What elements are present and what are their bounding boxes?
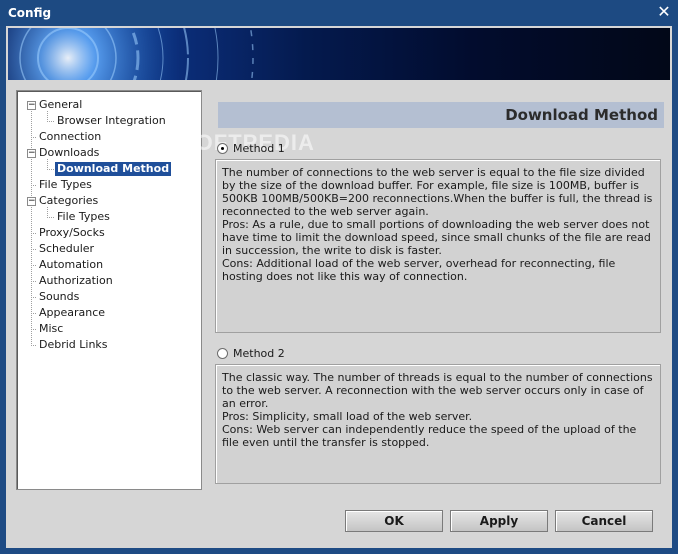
dialog-body: − − − General Browser Integration Connec… bbox=[6, 26, 672, 548]
collapse-general-icon[interactable]: − bbox=[27, 101, 36, 110]
config-window: Config ✕ − − − General Browser Integrati… bbox=[0, 0, 678, 554]
method-2-cons: Cons: Web server can independently reduc… bbox=[222, 423, 637, 449]
ok-button[interactable]: OK bbox=[345, 510, 443, 532]
radio-button-unchecked-icon[interactable] bbox=[217, 348, 228, 359]
page-title: Download Method bbox=[505, 106, 658, 124]
method-1-text: The number of connections to the web ser… bbox=[222, 166, 653, 218]
method-1-description: The number of connections to the web ser… bbox=[215, 159, 661, 333]
method-2-pros: Pros: Simplicity, small load of the web … bbox=[222, 410, 473, 423]
tree-item-debrid-links[interactable]: Debrid Links bbox=[37, 338, 110, 352]
method-2-radio[interactable]: Method 2 bbox=[217, 347, 317, 361]
method-2-label[interactable]: Method 2 bbox=[233, 347, 285, 361]
tree-item-scheduler[interactable]: Scheduler bbox=[37, 242, 96, 256]
tree-item-general[interactable]: General bbox=[37, 98, 84, 112]
tree-item-appearance[interactable]: Appearance bbox=[37, 306, 107, 320]
header-banner bbox=[8, 28, 670, 80]
tree-item-browser-integration[interactable]: Browser Integration bbox=[55, 114, 168, 128]
tree-item-categories[interactable]: Categories bbox=[37, 194, 100, 208]
apply-button[interactable]: Apply bbox=[450, 510, 548, 532]
method-2-description: The classic way. The number of threads i… bbox=[215, 364, 661, 484]
title-bar[interactable]: Config ✕ bbox=[0, 0, 678, 26]
method-1-cons: Cons: Additional load of the web server,… bbox=[222, 257, 616, 283]
tree-item-connection[interactable]: Connection bbox=[37, 130, 103, 144]
tree-item-misc[interactable]: Misc bbox=[37, 322, 65, 336]
tree-item-downloads[interactable]: Downloads bbox=[37, 146, 101, 160]
tree-item-category-file-types[interactable]: File Types bbox=[55, 210, 112, 224]
method-2-text: The classic way. The number of threads i… bbox=[222, 371, 653, 410]
tree-item-sounds[interactable]: Sounds bbox=[37, 290, 81, 304]
radio-button-checked-icon[interactable] bbox=[217, 143, 228, 154]
tree-item-authorization[interactable]: Authorization bbox=[37, 274, 115, 288]
section-header: Download Method bbox=[218, 102, 664, 128]
collapse-categories-icon[interactable]: − bbox=[27, 197, 36, 206]
method-1-label[interactable]: Method 1 bbox=[233, 142, 285, 156]
cancel-button[interactable]: Cancel bbox=[555, 510, 653, 532]
collapse-downloads-icon[interactable]: − bbox=[27, 149, 36, 158]
tree-item-automation[interactable]: Automation bbox=[37, 258, 105, 272]
window-title: Config bbox=[8, 6, 52, 20]
method-1-pros: Pros: As a rule, due to small portions o… bbox=[222, 218, 651, 257]
settings-tree[interactable]: − − − General Browser Integration Connec… bbox=[16, 90, 202, 490]
method-1-radio[interactable]: Method 1 bbox=[217, 142, 317, 156]
tree-item-download-method[interactable]: Download Method bbox=[55, 162, 172, 176]
tree-item-file-types[interactable]: File Types bbox=[37, 178, 94, 192]
close-icon[interactable]: ✕ bbox=[656, 4, 672, 20]
tree-item-proxy-socks[interactable]: Proxy/Socks bbox=[37, 226, 107, 240]
